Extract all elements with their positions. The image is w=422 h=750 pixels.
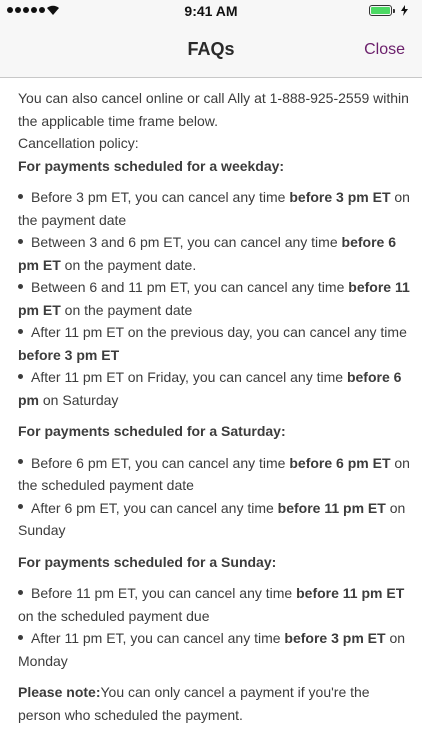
list-item: After 11 pm ET on the previous day, you … (18, 321, 410, 366)
status-time: 9:41 AM (184, 3, 238, 19)
list-item-text: After 11 pm ET, you can cancel any time (31, 630, 285, 646)
section-heading: For payments scheduled for a Sunday: (18, 553, 277, 570)
section-heading: For payments scheduled for a weekday: (18, 157, 285, 174)
list-item: Before 3 pm ET, you can cancel any time … (18, 186, 410, 231)
list-item-text: Before 11 pm ET, you can cancel any time (31, 585, 297, 601)
bullet-icon (18, 634, 23, 640)
faq-content: You can also cancel online or call Ally … (18, 87, 410, 726)
bullet-icon (18, 193, 23, 199)
list-item-emphasis: before 3 pm ET (284, 630, 386, 646)
list-item-text: on the payment date (60, 301, 193, 318)
bullet-icon (18, 373, 23, 379)
navigation-bar: FAQs Close (0, 22, 422, 78)
status-bar: 9:41 AM (0, 0, 422, 22)
bullet-icon (18, 504, 23, 510)
list-item-emphasis: before 11 pm ET (277, 499, 386, 516)
list-item-text: Between 3 and 6 pm ET, you can cancel an… (31, 234, 342, 250)
list-item-emphasis: before 3 pm ET (289, 189, 391, 205)
list-item: After 6 pm ET, you can cancel any time b… (18, 497, 410, 542)
list-item-emphasis: before 3 pm ET (18, 346, 120, 363)
bullet-icon (18, 283, 23, 289)
list-item: After 11 pm ET, you can cancel any time … (18, 627, 410, 672)
close-button[interactable]: Close (364, 41, 405, 59)
section-heading: For payments scheduled for a Saturday: (18, 423, 286, 439)
note-label: Please note: (18, 684, 101, 700)
bullet-icon (18, 328, 23, 334)
list-item: Between 6 and 11 pm ET, you can cancel a… (18, 276, 410, 321)
note-paragraph: Please note:You can only cancel a paymen… (18, 681, 410, 726)
intro-text: You can also cancel online or call Ally … (18, 90, 409, 129)
charging-bolt-icon (401, 5, 408, 16)
bullet-icon (18, 459, 23, 465)
list-item-text: After 11 pm ET on Friday, you can cancel… (31, 369, 347, 385)
list-item-text: Before 6 pm ET, you can cancel any time (31, 454, 290, 471)
list-item-emphasis: before 11 pm ET (296, 585, 405, 601)
list-item-text: After 11 pm ET on the previous day, you … (31, 324, 407, 340)
list-item: Before 6 pm ET, you can cancel any time … (18, 452, 410, 497)
list-item-emphasis: before 6 pm ET (289, 454, 391, 471)
list-item-text: on the payment date. (60, 256, 197, 273)
list-item: Between 3 and 6 pm ET, you can cancel an… (18, 231, 410, 276)
policy-label: Cancellation policy: (18, 135, 139, 151)
list-item: Before 11 pm ET, you can cancel any time… (18, 582, 410, 627)
list-item-text: After 6 pm ET, you can cancel any time (31, 499, 278, 516)
list-item: After 11 pm ET on Friday, you can cancel… (18, 366, 410, 411)
list-item-text: Before 3 pm ET, you can cancel any time (31, 189, 290, 205)
bullet-icon (18, 238, 23, 244)
page-title: FAQs (187, 39, 235, 59)
battery-icon (369, 5, 408, 16)
list-item-text: on Saturday (39, 391, 119, 408)
list-item-text: Between 6 and 11 pm ET, you can cancel a… (31, 279, 349, 295)
bullet-icon (18, 589, 23, 595)
list-item-text: on the scheduled payment due (18, 607, 210, 624)
